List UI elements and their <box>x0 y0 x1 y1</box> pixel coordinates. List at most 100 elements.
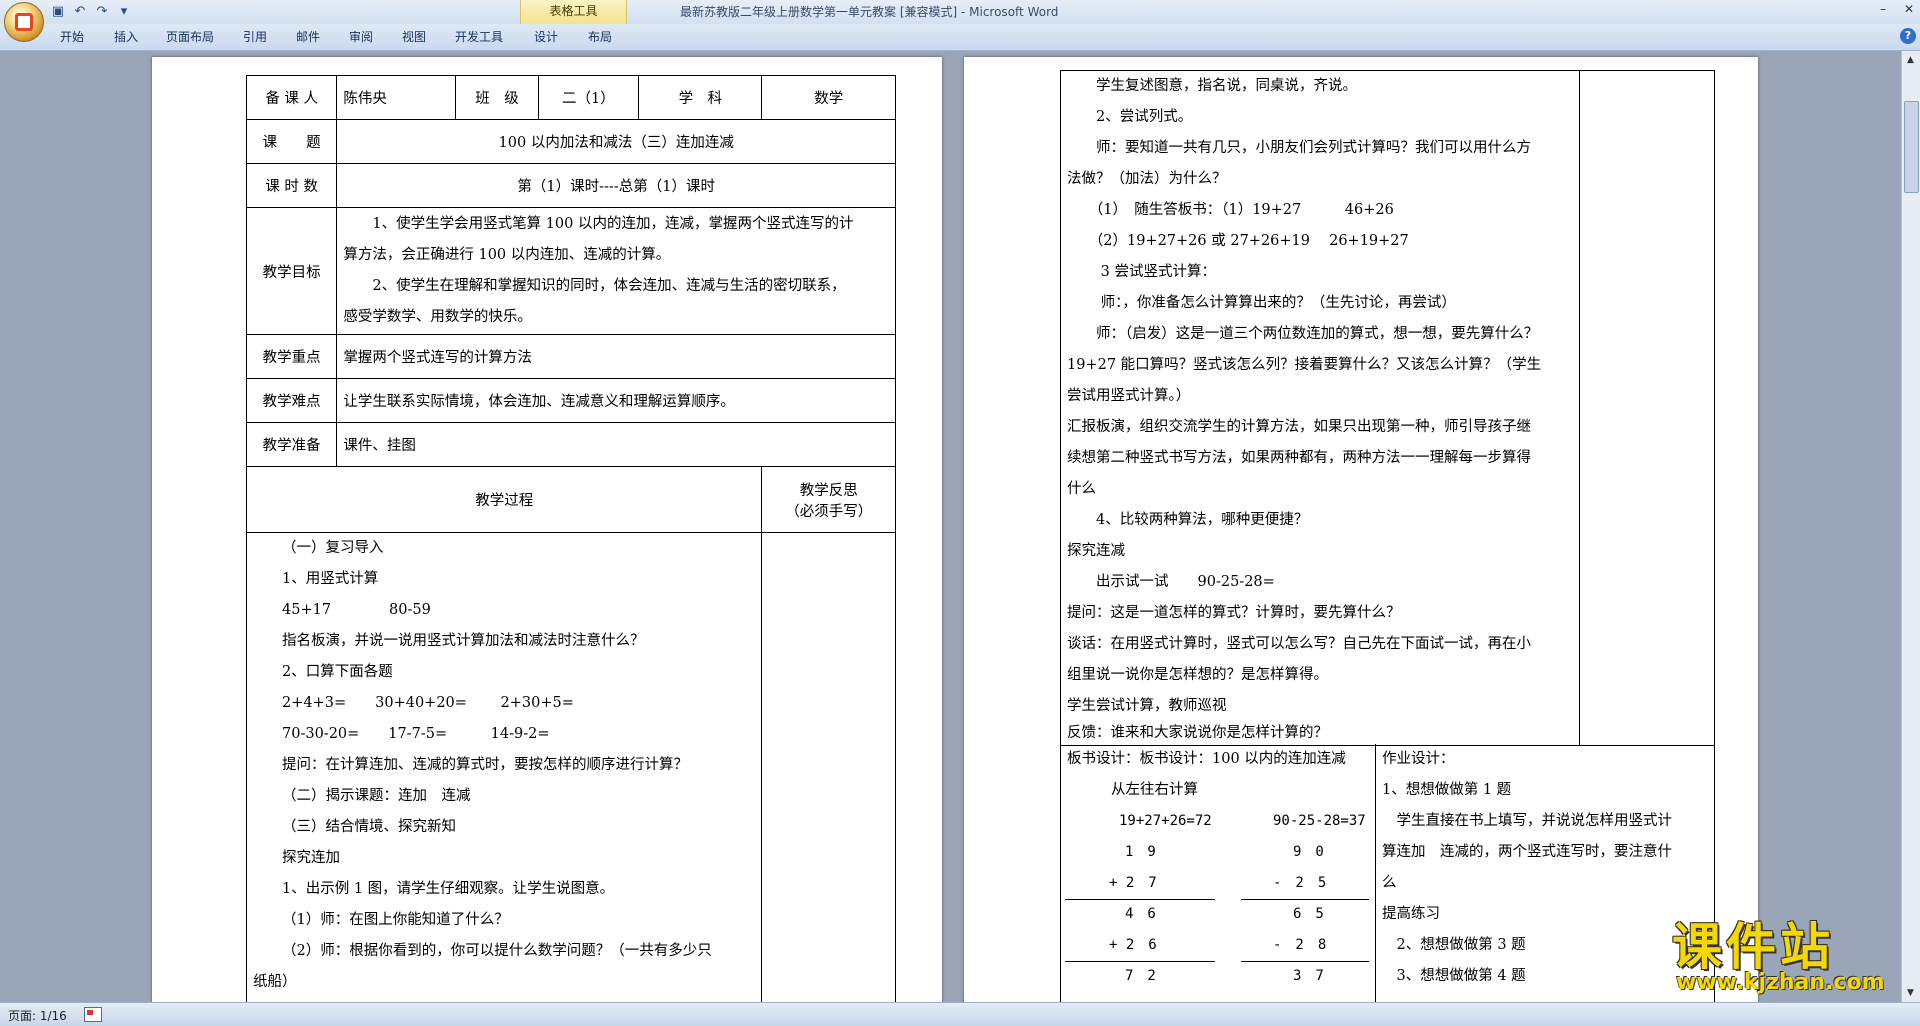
table-row: 教学准备 课件、挂图 <box>245 422 896 467</box>
process-line: （1）师：在图上你能知道了什么？ <box>282 912 509 928</box>
table-row: 教学重点 掌握两个竖式连写的计算方法 <box>245 334 896 379</box>
process-line: 2、尝试列式。 <box>1067 109 1193 125</box>
tab-design[interactable]: 设计 <box>534 24 558 50</box>
redo-icon[interactable]: ↷ <box>94 4 110 20</box>
save-icon[interactable]: ▣ <box>50 4 66 20</box>
scroll-up-icon[interactable]: ▲ <box>1904 53 1917 67</box>
reflection-note: （必须手写） <box>785 503 873 520</box>
process-line: （2）19+27+26 或 27+26+19 26+19+27 <box>1067 233 1409 249</box>
tab-review[interactable]: 审阅 <box>349 24 373 50</box>
process-line: 什么 <box>1067 481 1096 497</box>
equation-subtraction: 90-25-28=37 <box>1273 813 1366 829</box>
window-controls: – ✕ <box>1880 2 1914 16</box>
key-point-value: 掌握两个竖式连写的计算方法 <box>336 334 896 379</box>
process-line: 续想第二种竖式书写方法，如果两种都有，两种方法一一理解每一步算得 <box>1067 450 1531 466</box>
proofing-icon[interactable] <box>84 1007 102 1022</box>
tab-references[interactable]: 引用 <box>243 24 267 50</box>
vertical-calc-row: 1 9 9 0 <box>1061 837 1375 868</box>
process-line: 尝试用竖式计算。） <box>1067 388 1191 404</box>
homework-line: 么 <box>1382 875 1397 891</box>
process-line: 1、出示例 1 图，请学生仔细观察。让学生说图意。 <box>282 881 615 897</box>
class-label: 班 级 <box>455 75 539 120</box>
process-line: 汇报板演，组织交流学生的计算方法，如果只出现第一种，师引导孩子继 <box>1067 419 1531 435</box>
tab-layout[interactable]: 布局 <box>588 24 612 50</box>
minimize-icon[interactable]: – <box>1880 2 1886 16</box>
preparation-label: 教学准备 <box>245 422 338 467</box>
logo-url: www.kjzhan.com <box>1676 970 1885 995</box>
process-line: 19+27 能口算吗？竖式该怎么列？接着要算什么？又该怎么计算？（学生 <box>1067 357 1542 373</box>
tab-insert[interactable]: 插入 <box>114 24 138 50</box>
status-bar: 页面: 1/16 <box>0 1002 1920 1026</box>
process-body: （一）复习导入 1、用竖式计算 45+17 80-59 指名板演，并说一说用竖式… <box>245 532 763 1002</box>
table-row: （一）复习导入 1、用竖式计算 45+17 80-59 指名板演，并说一说用竖式… <box>245 532 896 1002</box>
preparer-value: 陈伟央 <box>336 75 457 120</box>
homework-line: 算连加 连减的，两个竖式连写时，要注意什 <box>1382 844 1672 860</box>
table-tools-context-label: 表格工具 <box>520 0 627 24</box>
process-line: （2）师：根据你看到的，你可以提什么数学问题？（一共有多少只 <box>282 943 712 959</box>
process-line: 45+17 80-59 <box>282 602 431 618</box>
board-equations: 19+27+26=72 90-25-28=37 <box>1061 806 1375 837</box>
tab-page-layout[interactable]: 页面布局 <box>166 24 214 50</box>
process-line: 师：要知道一共有几只，小朋友们会列式计算吗？我们可以用什么方 <box>1067 140 1531 156</box>
goal-line: 2、使学生在理解和掌握知识的同时，体会连加、连减与生活的密切联系， <box>372 278 846 294</box>
board-design: 板书设计：板书设计：100 以内的连加连减 从左往右计算 19+27+26=72… <box>1061 744 1376 1002</box>
scrollbar-thumb[interactable] <box>1904 101 1919 193</box>
document-workspace[interactable]: 备 课 人 陈伟央 班 级 二（1） 学 科 数学 课 题 100 以内加法和减… <box>0 51 1902 1002</box>
process-line: 学生复述图意，指名说，同桌说，齐说。 <box>1067 78 1357 94</box>
process-line: 法做？（加法）为什么？ <box>1067 171 1227 187</box>
calc-digit: 9 0 <box>1293 844 1324 860</box>
process-line: （一）复习导入 <box>282 540 384 556</box>
page-1[interactable]: 备 课 人 陈伟央 班 级 二（1） 学 科 数学 课 题 100 以内加法和减… <box>152 57 942 1002</box>
help-icon[interactable]: ? <box>1900 28 1916 44</box>
quick-access-toolbar: ▣ ↶ ↷ ▾ <box>50 3 132 21</box>
homework-line: 2、想想做做第 3 题 <box>1382 937 1526 953</box>
key-point-label: 教学重点 <box>245 334 338 379</box>
board-title: 板书设计：板书设计：100 以内的连加连减 <box>1067 751 1346 767</box>
page-counter[interactable]: 页面: 1/16 <box>8 1007 67 1024</box>
board-homework-table: 板书设计：板书设计：100 以内的连加连减 从左往右计算 19+27+26=72… <box>1060 744 1715 1002</box>
subject-value: 数学 <box>761 75 896 120</box>
page-2[interactable]: 学生复述图意，指名说，同桌说，齐说。 2、尝试列式。 师：要知道一共有几只，小朋… <box>964 57 1758 1002</box>
difficulty-label: 教学难点 <box>245 378 338 423</box>
process-line: 2、口算下面各题 <box>282 664 393 680</box>
customize-qat-icon[interactable]: ▾ <box>116 4 132 20</box>
table-row: 课 时 数 第（1）课时----总第（1）课时 <box>245 163 896 208</box>
calc-digit: 7 2 <box>1125 968 1156 984</box>
reflection-header: 教学反思 （必须手写） <box>761 466 896 533</box>
reflection-body <box>761 532 896 1002</box>
table-row: 教学目标 1、使学生学会用竖式笔算 100 以内的连加，连减，掌握两个竖式连写的… <box>245 207 896 335</box>
homework-line: 3、想想做做第 4 题 <box>1382 968 1526 984</box>
table-row: 备 课 人 陈伟央 班 级 二（1） 学 科 数学 <box>245 75 896 120</box>
topic-value: 100 以内加法和减法（三）连加连减 <box>336 119 896 164</box>
tab-view[interactable]: 视图 <box>402 24 426 50</box>
process-line: 指名板演，并说一说用竖式计算加法和减法时注意什么？ <box>282 633 645 649</box>
tab-mailings[interactable]: 邮件 <box>296 24 320 50</box>
process-line: 提问：这是一道怎样的算式？计算时，要先算什么？ <box>1067 605 1401 621</box>
equation-addition: 19+27+26=72 <box>1119 813 1212 829</box>
undo-icon[interactable]: ↶ <box>72 4 88 20</box>
calc-digit: - 2 5 <box>1273 875 1327 891</box>
lesson-plan-table: 备 课 人 陈伟央 班 级 二（1） 学 科 数学 课 题 100 以内加法和减… <box>245 75 896 1002</box>
calc-digit: 1 9 <box>1125 844 1156 860</box>
process-line: 师：，你准备怎么计算算出来的？（生先讨论，再尝试） <box>1067 295 1456 311</box>
preparation-value: 课件、挂图 <box>336 422 896 467</box>
process-line: 学生尝试计算，教师巡视 <box>1067 698 1227 714</box>
process-continued-table: 学生复述图意，指名说，同桌说，齐说。 2、尝试列式。 师：要知道一共有几只，小朋… <box>1060 70 1715 746</box>
title-bar: ▣ ↶ ↷ ▾ 表格工具 最新苏教版二年级上册数学第一单元教案 [兼容模式] -… <box>0 0 1920 24</box>
process-line: 1、用竖式计算 <box>282 571 379 587</box>
office-button-icon[interactable] <box>4 2 44 42</box>
homework-line: 提高练习 <box>1382 906 1440 922</box>
tab-home[interactable]: 开始 <box>60 24 84 50</box>
process-line: 探究连加 <box>282 850 340 866</box>
scroll-down-icon[interactable]: ▼ <box>1904 986 1917 1000</box>
tab-developer[interactable]: 开发工具 <box>455 24 503 50</box>
class-value: 二（1） <box>537 75 640 120</box>
vertical-scrollbar[interactable]: ▲ ▼ <box>1901 51 1920 1002</box>
table-row: 课 题 100 以内加法和减法（三）连加连减 <box>245 119 896 164</box>
process-line: 师：（启发）这是一道三个两位数连加的算式，想一想，要先算什么？ <box>1067 326 1539 342</box>
homework-line: 学生直接在书上填写，并说说怎样用竖式计 <box>1382 813 1672 829</box>
process-header: 教学过程 <box>245 466 763 533</box>
process-line: 出示试一试 90-25-28= <box>1067 574 1275 590</box>
homework-line: 1、想想做做第 1 题 <box>1382 782 1512 798</box>
close-icon[interactable]: ✕ <box>1904 2 1914 16</box>
